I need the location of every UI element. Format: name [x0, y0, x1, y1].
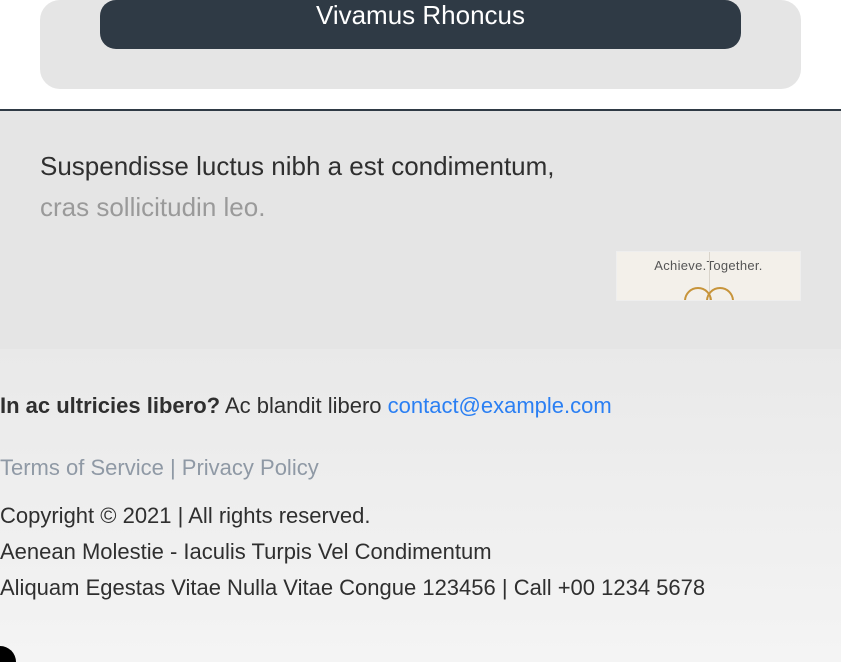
footer-email-link[interactable]: contact@example.com	[388, 393, 612, 418]
tagline-section: Suspendisse luctus nibh a est condimentu…	[0, 109, 841, 349]
footer-question-text: Ac blandit libero	[220, 393, 388, 418]
link-separator: |	[164, 455, 182, 480]
footer-copyright-block: Copyright © 2021 | All rights reserved. …	[0, 499, 841, 605]
card: Vivamus Rhoncus	[40, 0, 801, 89]
footer-company: Aenean Molestie - Iaculis Turpis Vel Con…	[0, 535, 841, 569]
card-container: Vivamus Rhoncus	[0, 0, 841, 109]
privacy-policy-link[interactable]: Privacy Policy	[182, 455, 319, 480]
corner-decor	[0, 646, 16, 662]
footer: In ac ultricies libero? Ac blandit liber…	[0, 349, 841, 662]
cta-button[interactable]: Vivamus Rhoncus	[100, 0, 741, 49]
promo-badge: Achieve.Together.	[616, 251, 801, 301]
promo-arcs-icon	[684, 277, 734, 301]
footer-question-label: In ac ultricies libero?	[0, 393, 220, 418]
terms-of-service-link[interactable]: Terms of Service	[0, 455, 164, 480]
footer-copyright: Copyright © 2021 | All rights reserved.	[0, 499, 841, 533]
tagline-line-1: Suspendisse luctus nibh a est condimentu…	[40, 151, 801, 182]
footer-contact-row: In ac ultricies libero? Ac blandit liber…	[0, 389, 841, 423]
tagline-line-2: cras sollicitudin leo.	[40, 192, 801, 223]
footer-address: Aliquam Egestas Vitae Nulla Vitae Congue…	[0, 571, 841, 605]
footer-legal-links: Terms of Service | Privacy Policy	[0, 451, 841, 485]
